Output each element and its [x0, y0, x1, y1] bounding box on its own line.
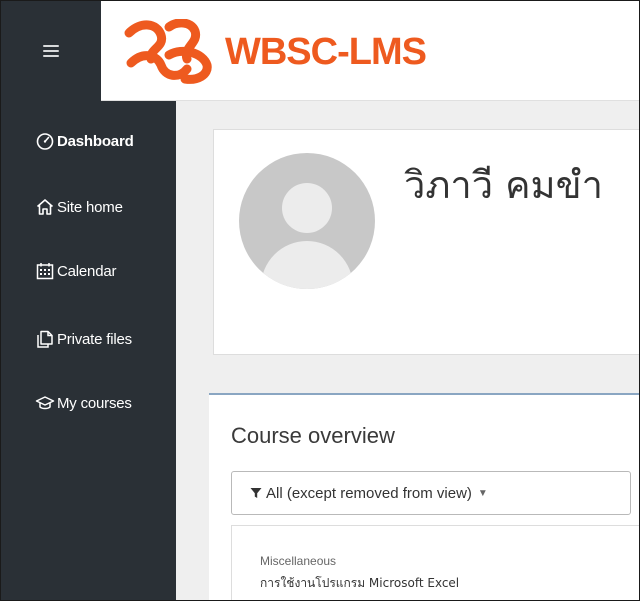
course-category: Miscellaneous	[260, 554, 337, 568]
filter-label: All (except removed from view)	[266, 484, 472, 502]
files-icon	[37, 330, 53, 348]
filter-icon	[250, 488, 262, 498]
course-card[interactable]: Miscellaneous การใช้งานโปรแกรม Microsoft…	[231, 525, 639, 600]
sidebar-item-label: Site home	[57, 198, 123, 216]
top-header: WBSC-LMS	[1, 1, 639, 101]
course-name-link[interactable]: การใช้งานโปรแกรม Microsoft Excel	[260, 574, 459, 593]
sidebar-item-calendar[interactable]: Calendar	[35, 257, 116, 285]
caret-down-icon: ▼	[477, 487, 488, 499]
course-filter-dropdown[interactable]: All (except removed from view) ▼	[231, 471, 631, 515]
profile-header-card: วิภาวี คมขำ	[213, 129, 639, 355]
sidebar-item-label: My courses	[57, 394, 132, 412]
sidebar-item-label: Calendar	[57, 262, 117, 280]
sidebar-item-dashboard[interactable]: Dashboard	[35, 127, 134, 155]
site-logo[interactable]: WBSC-LMS	[121, 17, 427, 87]
sidebar-item-label: Dashboard	[57, 132, 134, 150]
block-title: Course overview	[231, 423, 395, 448]
sidebar-item-label: Private files	[57, 330, 132, 348]
dashboard-icon	[36, 133, 54, 150]
sidebar-item-my-courses[interactable]: My courses	[35, 389, 132, 417]
nav-drawer: Dashboard Site home Calendar Private fil…	[1, 101, 176, 600]
avatar-body-shape	[261, 241, 353, 289]
logo-icon	[124, 19, 212, 84]
home-icon	[36, 199, 54, 215]
hamburger-icon	[43, 45, 59, 57]
calendar-icon	[36, 263, 54, 280]
main-content: วิภาวี คมขำ Course overview All (except …	[176, 101, 639, 600]
avatar[interactable]	[239, 153, 375, 289]
graduation-cap-icon	[35, 396, 55, 410]
course-overview-block: Course overview All (except removed from…	[209, 393, 639, 600]
avatar-head-shape	[282, 183, 332, 233]
profile-name: วิภาวี คมขำ	[404, 163, 603, 207]
app-window: WBSC-LMS Dashboard Site home Calendar Pr…	[0, 0, 640, 601]
menu-toggle-button[interactable]	[1, 1, 101, 101]
brand-name: WBSC-LMS	[225, 30, 427, 73]
sidebar-item-private-files[interactable]: Private files	[35, 325, 132, 353]
sidebar-item-site-home[interactable]: Site home	[35, 193, 123, 221]
